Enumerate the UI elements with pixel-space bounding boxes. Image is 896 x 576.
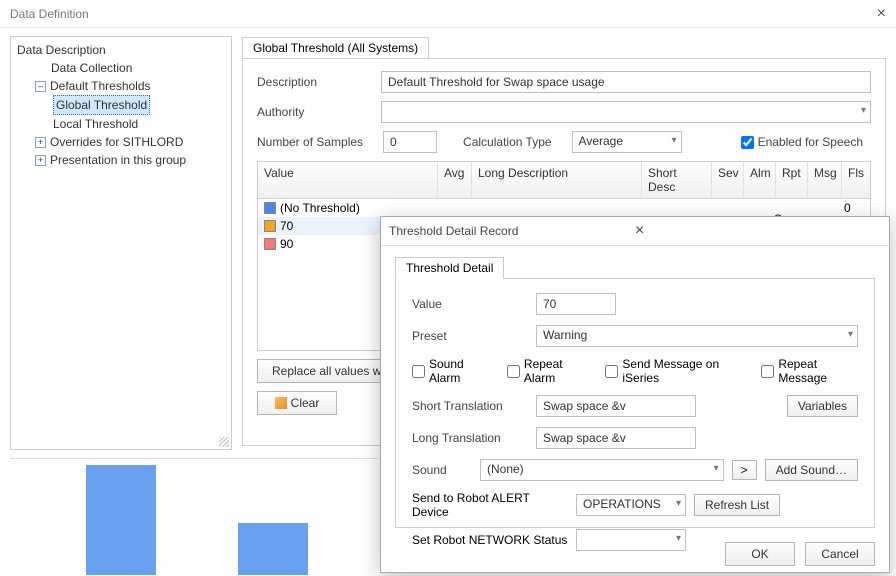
expand-icon[interactable]: + xyxy=(35,137,46,148)
swatch-icon xyxy=(264,238,276,250)
variables-button[interactable]: Variables xyxy=(787,395,858,417)
tree-default-thresholds[interactable]: –Default Thresholds xyxy=(17,77,227,95)
sound-label: Sound xyxy=(412,463,472,477)
col-avg[interactable]: Avg xyxy=(438,162,472,198)
preset-combo[interactable]: Warning xyxy=(536,325,858,347)
col-long[interactable]: Long Description xyxy=(472,162,642,198)
preset-label: Preset xyxy=(412,329,528,343)
enabled-speech-checkbox[interactable]: Enabled for Speech xyxy=(741,135,863,149)
add-sound-button[interactable]: Add Sound… xyxy=(765,459,858,481)
swatch-icon xyxy=(264,202,276,214)
col-alm[interactable]: Alm xyxy=(744,162,776,198)
long-translation-input[interactable] xyxy=(536,427,696,449)
short-translation-label: Short Translation xyxy=(412,399,528,413)
window-title: Data Definition xyxy=(10,7,877,21)
swatch-icon xyxy=(264,220,276,232)
close-icon[interactable]: × xyxy=(877,5,886,23)
repeat-message-checkbox[interactable]: Repeat Message xyxy=(761,357,858,385)
window-titlebar: Data Definition × xyxy=(0,0,896,28)
repeat-alarm-checkbox[interactable]: Repeat Alarm xyxy=(507,357,587,385)
navigation-tree: Data Description Data Collection –Defaul… xyxy=(10,36,232,450)
tree-presentation[interactable]: +Presentation in this group xyxy=(17,151,227,169)
tree-data-collection[interactable]: Data Collection xyxy=(17,59,227,77)
tab-threshold-detail[interactable]: Threshold Detail xyxy=(395,257,504,279)
samples-input[interactable] xyxy=(383,131,437,153)
tree-global-threshold[interactable]: Global Threshold xyxy=(17,95,227,115)
value-input[interactable] xyxy=(536,293,616,315)
network-status-combo[interactable] xyxy=(576,529,686,551)
clear-button[interactable]: Clear xyxy=(257,391,337,415)
tree-overrides[interactable]: +Overrides for SITHLORD xyxy=(17,133,227,151)
collapse-icon[interactable]: – xyxy=(35,81,46,92)
background-chart xyxy=(10,458,378,575)
tree-local-threshold[interactable]: Local Threshold xyxy=(17,115,227,133)
authority-label: Authority xyxy=(257,105,373,119)
col-rpt[interactable]: Rpt xyxy=(776,162,808,198)
long-translation-label: Long Translation xyxy=(412,431,528,445)
value-label: Value xyxy=(412,297,528,311)
refresh-list-button[interactable]: Refresh List xyxy=(694,494,780,516)
ok-button[interactable]: OK xyxy=(725,542,795,566)
alert-device-combo[interactable]: OPERATIONS xyxy=(576,494,686,516)
col-sev[interactable]: Sev xyxy=(712,162,744,198)
eraser-icon xyxy=(275,397,287,409)
description-input[interactable] xyxy=(381,71,871,93)
col-short[interactable]: Short Desc xyxy=(642,162,712,198)
close-icon[interactable]: × xyxy=(635,222,881,240)
cancel-button[interactable]: Cancel xyxy=(805,542,875,566)
tree-root[interactable]: Data Description xyxy=(17,41,227,59)
tab-global-threshold[interactable]: Global Threshold (All Systems) xyxy=(242,37,429,59)
col-fls[interactable]: Fls xyxy=(842,162,870,198)
send-iseries-checkbox[interactable]: Send Message on iSeries xyxy=(605,357,743,385)
expand-icon[interactable]: + xyxy=(35,155,46,166)
col-msg[interactable]: Msg xyxy=(808,162,842,198)
alert-device-label: Send to Robot ALERT Device xyxy=(412,491,568,519)
description-label: Description xyxy=(257,75,373,89)
calc-type-combo[interactable]: Average xyxy=(572,131,682,153)
samples-label: Number of Samples xyxy=(257,135,363,149)
threshold-detail-dialog: Threshold Detail Record × Threshold Deta… xyxy=(380,216,890,573)
resize-handle-icon[interactable] xyxy=(219,437,229,447)
authority-combo[interactable] xyxy=(381,101,871,123)
sound-alarm-checkbox[interactable]: Sound Alarm xyxy=(412,357,489,385)
calc-type-label: Calculation Type xyxy=(463,135,552,149)
sound-combo[interactable]: (None) xyxy=(480,459,724,481)
dialog-title: Threshold Detail Record xyxy=(389,224,635,238)
col-value[interactable]: Value xyxy=(258,162,438,198)
play-sound-button[interactable]: > xyxy=(732,460,757,480)
short-translation-input[interactable] xyxy=(536,395,696,417)
